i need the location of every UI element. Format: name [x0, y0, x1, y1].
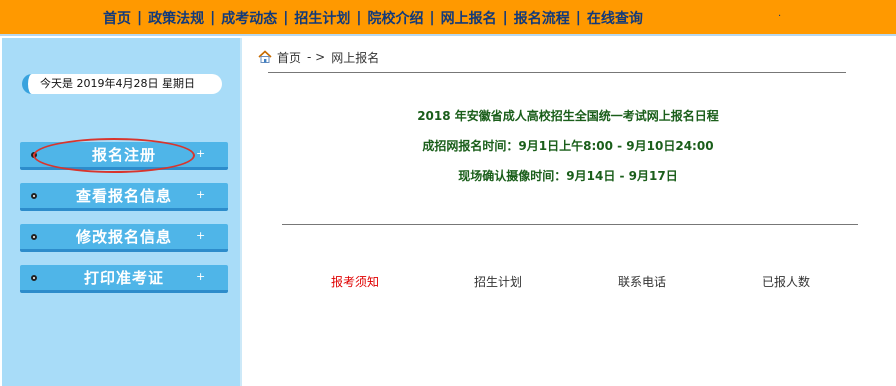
- nav-items: 首页 | 政策法规 | 成考动态 | 招生计划 | 院校介绍 | 网上报名 | …: [97, 0, 649, 36]
- register-button[interactable]: 报名注册 +: [20, 142, 228, 170]
- nav-registration-process[interactable]: 报名流程: [508, 8, 576, 28]
- tab-enrollment-plan[interactable]: 招生计划: [474, 273, 522, 290]
- tab-contact-phone[interactable]: 联系电话: [618, 273, 666, 290]
- onsite-confirmation-time: 现场确认摄像时间：9月14日 - 9月17日: [458, 169, 678, 183]
- tab-registered-count[interactable]: 已报人数: [762, 273, 810, 290]
- online-registration-time: 成招网报名时间：9月1日上午8:00 - 9月10日24:00: [422, 139, 714, 153]
- sidebar: 今天是 2019年4月28日 星期日 报名注册 + 查看报名信息 + 修改报名信…: [2, 38, 242, 386]
- info-tabs: 报考须知 招生计划 联系电话 已报人数: [0, 273, 896, 289]
- breadcrumb-arrow: - >: [307, 50, 326, 64]
- nav-colleges[interactable]: 院校介绍: [362, 8, 430, 28]
- nav-trailing-dot: ·: [778, 11, 782, 22]
- plus-icon: +: [196, 147, 206, 160]
- breadcrumb-home-link[interactable]: 首页: [277, 49, 301, 66]
- nav-policy[interactable]: 政策法规: [142, 8, 210, 28]
- home-icon: [258, 50, 272, 63]
- top-divider: [268, 72, 846, 73]
- breadcrumb-current: 网上报名: [331, 50, 380, 65]
- nav-home[interactable]: 首页: [97, 8, 137, 28]
- plus-icon: +: [196, 188, 206, 201]
- date-display: 今天是 2019年4月28日 星期日: [22, 74, 222, 94]
- breadcrumb: 首页 - > 网上报名: [258, 48, 379, 66]
- nav-online-registration[interactable]: 网上报名: [435, 8, 503, 28]
- plus-icon: +: [196, 229, 206, 242]
- nav-online-query[interactable]: 在线查询: [581, 8, 649, 28]
- edit-registration-button[interactable]: 修改报名信息 +: [20, 224, 228, 252]
- top-nav-bar: 首页 | 政策法规 | 成考动态 | 招生计划 | 院校介绍 | 网上报名 | …: [0, 0, 896, 36]
- tab-exam-notice[interactable]: 报考须知: [331, 273, 379, 290]
- nav-enrollment-plan[interactable]: 招生计划: [288, 8, 356, 28]
- view-registration-button[interactable]: 查看报名信息 +: [20, 183, 228, 211]
- nav-news[interactable]: 成考动态: [215, 8, 283, 28]
- bottom-divider: [282, 224, 858, 225]
- schedule-title: 2018 年安徽省成人高校招生全国统一考试网上报名日程: [417, 109, 719, 123]
